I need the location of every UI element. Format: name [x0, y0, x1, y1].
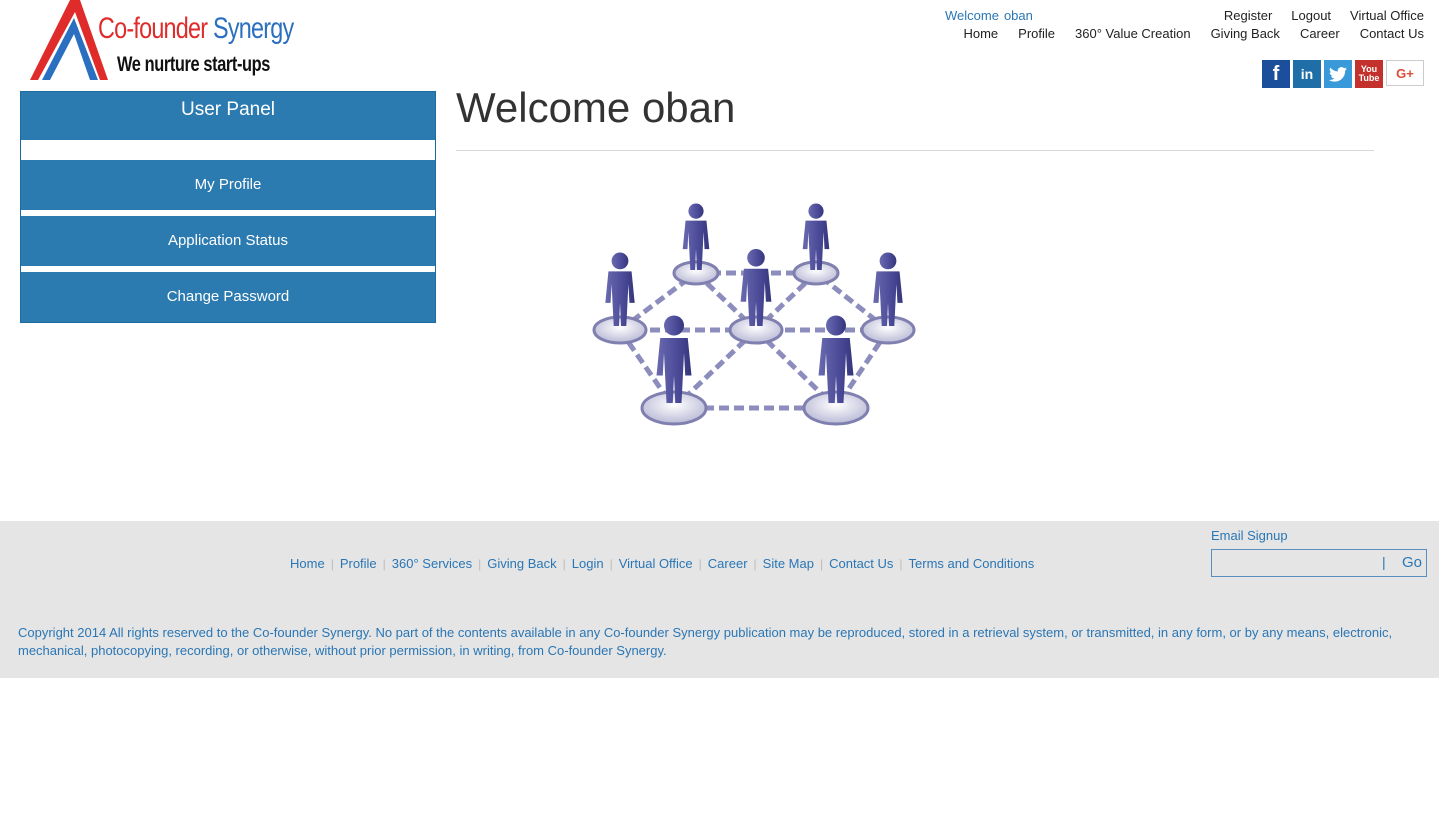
user-panel-title: User Panel — [21, 92, 435, 140]
logo-name-part1: Co-founder — [98, 12, 208, 45]
nav-logout[interactable]: Logout — [1291, 8, 1331, 23]
youtube-glyph-bottom: Tube — [1358, 73, 1380, 83]
panel-spacer — [21, 140, 435, 160]
input-divider: | — [1382, 554, 1386, 570]
nav-contact-us[interactable]: Contact Us — [1360, 26, 1424, 41]
twitter-bird-icon — [1329, 66, 1347, 82]
nav-giving-back[interactable]: Giving Back — [1211, 26, 1280, 41]
footer-link-contact-us[interactable]: Contact Us — [829, 556, 893, 571]
page-title: Welcome oban — [456, 84, 736, 131]
footer-separator: | — [330, 556, 334, 571]
nav-career[interactable]: Career — [1300, 26, 1340, 41]
logo-tagline: We nurture start-ups — [117, 53, 270, 76]
email-signup-form: | Go — [1211, 549, 1427, 577]
menu-change-password[interactable]: Change Password — [21, 272, 435, 322]
nav-360-value-creation[interactable]: 360° Value Creation — [1075, 26, 1191, 41]
nav-profile[interactable]: Profile — [1018, 26, 1055, 41]
footer-separator: | — [899, 556, 903, 571]
footer-link-career[interactable]: Career — [708, 556, 748, 571]
footer-separator: | — [382, 556, 386, 571]
social-links: f in You Tube G+ — [1262, 60, 1424, 88]
footer-separator: | — [562, 556, 566, 571]
nav-register[interactable]: Register — [1224, 8, 1272, 23]
nav-virtual-office[interactable]: Virtual Office — [1350, 8, 1424, 23]
menu-my-profile[interactable]: My Profile — [21, 160, 435, 210]
logo-name: Co-founder Synergy — [98, 12, 294, 46]
twitter-icon[interactable] — [1324, 60, 1352, 88]
facebook-icon[interactable]: f — [1262, 60, 1290, 88]
footer-separator: | — [478, 556, 482, 571]
footer-link-giving-back[interactable]: Giving Back — [487, 556, 556, 571]
logo-name-part2: Synergy — [213, 12, 294, 45]
username-link[interactable]: oban — [1004, 8, 1033, 23]
linkedin-icon[interactable]: in — [1293, 60, 1321, 88]
top-nav-primary: Register Logout Virtual Office — [1224, 8, 1424, 23]
menu-application-status[interactable]: Application Status — [21, 216, 435, 266]
footer-link-site-map[interactable]: Site Map — [763, 556, 814, 571]
copyright-text: Copyright 2014 All rights reserved to th… — [18, 625, 1393, 658]
footer-separator: | — [819, 556, 824, 571]
footer-nav: Home | Profile | 360° Services | Giving Bac… — [290, 556, 1034, 571]
footer-link-home[interactable]: Home — [290, 556, 325, 571]
nav-home[interactable]: Home — [963, 26, 998, 41]
people-network-illustration — [592, 203, 916, 426]
user-panel: User Panel My Profile Application Status… — [20, 91, 436, 323]
email-signup-go-button[interactable]: Go — [1398, 550, 1426, 576]
welcome-user: Welcome oban — [945, 8, 1033, 23]
youtube-icon[interactable]: You Tube — [1355, 60, 1383, 88]
footer-link-terms[interactable]: Terms and Conditions — [909, 556, 1035, 571]
top-nav-secondary: Home Profile 360° Value Creation Giving … — [963, 26, 1424, 41]
email-signup-label: Email Signup — [1211, 528, 1288, 543]
footer-link-virtual-office[interactable]: Virtual Office — [619, 556, 693, 571]
google-plus-icon[interactable]: G+ — [1386, 60, 1424, 86]
footer-link-360-services[interactable]: 360° Services — [392, 556, 472, 571]
title-divider — [456, 150, 1374, 151]
footer-link-login[interactable]: Login — [572, 556, 604, 571]
welcome-label: Welcome — [945, 8, 999, 23]
site-logo[interactable]: Co-founder Synergy We nurture start-ups — [28, 0, 294, 84]
footer-separator: | — [609, 556, 613, 571]
site-footer: Home | Profile | 360° Services | Giving Bac… — [0, 521, 1439, 678]
footer-link-profile[interactable]: Profile — [340, 556, 377, 571]
email-signup-input[interactable] — [1212, 550, 1380, 576]
footer-separator: | — [698, 556, 702, 571]
footer-separator: | — [753, 556, 757, 571]
